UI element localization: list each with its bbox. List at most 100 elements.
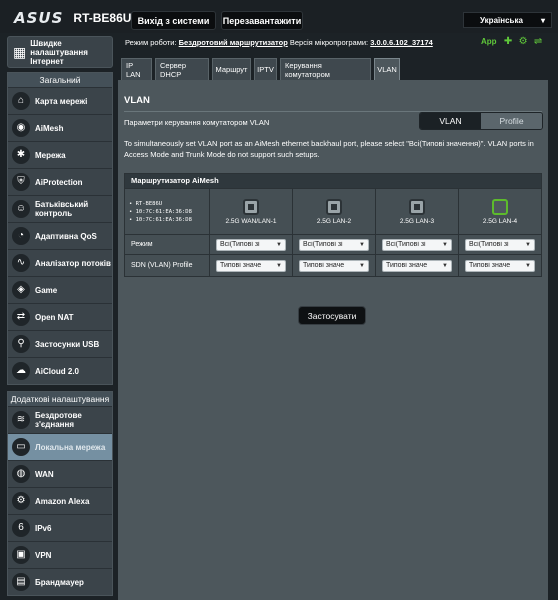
profile-cell: Типові значе ▼ [292, 255, 375, 276]
sidebar-item-usb-apps[interactable]: ⚲ Застосунки USB [8, 330, 112, 357]
ethernet-port-active-icon [492, 198, 508, 215]
ipv6-icon: 6 [12, 519, 30, 537]
chevron-down-icon: ▼ [525, 241, 531, 248]
logout-button[interactable]: Вихід з системи [131, 11, 216, 30]
port-name: 2.5G WAN/LAN-1 [225, 217, 277, 225]
sidebar-item-label: Локальна мережа [35, 442, 106, 452]
sidebar-item-firewall[interactable]: ▤ Брандмауер [8, 568, 112, 595]
firmware-version-link[interactable]: 3.0.0.6.102_37174 [370, 38, 433, 47]
aicloud-icon: ☁ [12, 362, 30, 380]
sidebar-item-label: Брандмауер [35, 577, 84, 587]
tab-switch-control[interactable]: Керування комутатором [280, 58, 371, 80]
tab-route[interactable]: Маршрут [212, 58, 251, 80]
sidebar-item-aimesh[interactable]: ◉ AiMesh [8, 114, 112, 141]
profile-select[interactable]: Типові значе ▼ [299, 259, 369, 272]
ethernet-port-icon [243, 198, 259, 215]
aimesh-router-table: Маршрутизатор AiMesh • RT-BE86U • 10:7C:… [124, 173, 542, 277]
sidebar-item-label: AiMesh [35, 123, 64, 133]
port-lan-4: 2.5G LAN-4 [458, 189, 541, 234]
sidebar-advanced: Додаткові налаштування ≋ Бездротове з'єдн… [7, 391, 113, 596]
operation-mode-link[interactable]: Бездротовий маршрутизатор [179, 38, 288, 47]
sidebar-item-label: Карта мережі [35, 96, 88, 106]
mode-select[interactable]: Всі(Типові зі ▼ [216, 238, 286, 251]
sidebar-item-game[interactable]: ◈ Game [8, 276, 112, 303]
mode-select[interactable]: Всі(Типові зі ▼ [382, 238, 452, 251]
page-title: VLAN [124, 95, 150, 106]
wan-icon: ◍ [12, 465, 30, 483]
sidebar-item-network-map[interactable]: ⌂ Карта мережі [8, 87, 112, 114]
sidebar-item-network[interactable]: ✱ Мережа [8, 141, 112, 168]
sidebar-item-wireless[interactable]: ≋ Бездротове з'єднання [8, 406, 112, 433]
sidebar-item-vpn[interactable]: ▣ VPN [8, 541, 112, 568]
reboot-button[interactable]: Перезавантажити [221, 11, 303, 30]
sidebar-item-label: Бездротове з'єднання [35, 411, 82, 429]
sidebar-item-traffic-analyzer[interactable]: ∿ Аналізатор потоків [8, 249, 112, 276]
chevron-down-icon: ▼ [525, 262, 531, 269]
profile-select[interactable]: Типові значе ▼ [216, 259, 286, 272]
mode-select-value: Всі(Типові зі [386, 241, 426, 248]
sidebar-item-alexa[interactable]: ⚙ Amazon Alexa [8, 487, 112, 514]
status-icons: App ✚ ⚙ ⇌ [481, 36, 544, 47]
vlan-profile-switch[interactable]: VLAN Profile [419, 112, 543, 130]
network-status-icon[interactable]: ✚ [503, 36, 514, 47]
device-mac-text: 10:7C:61:EA:36:D8 [135, 216, 192, 223]
sidebar-item-open-nat[interactable]: ⇄ Open NAT [8, 303, 112, 330]
sidebar-general: Загальний ⌂ Карта мережі ◉ AiMesh ✱ Мережа … [7, 72, 113, 385]
segment-profile[interactable]: Profile [481, 113, 542, 129]
settings-gear-icon[interactable]: ⚙ [518, 36, 529, 47]
sidebar-item-lan[interactable]: ▭ Локальна мережа [8, 433, 112, 460]
game-icon: ◈ [12, 281, 30, 299]
sidebar-item-wan[interactable]: ◍ WAN [8, 460, 112, 487]
usb-status-icon[interactable]: ⇌ [533, 36, 544, 47]
sidebar-item-parental-control[interactable]: ☺ Батьківський контроль [8, 195, 112, 222]
chevron-down-icon: ▼ [442, 262, 448, 269]
aimesh-icon: ◉ [12, 119, 30, 137]
top-bar: ASUS RT-BE86U Вихід з системи Перезавант… [0, 0, 558, 33]
language-value: Українська [480, 15, 523, 25]
sidebar-item-label: Адаптивна QoS [35, 231, 97, 241]
ethernet-port-icon [326, 198, 342, 215]
quick-setup-button[interactable]: ▦ Швидке налаштування Інтернет [7, 36, 113, 68]
mode-select-value: Всі(Типові зі [469, 241, 509, 248]
apply-button[interactable]: Застосувати [298, 306, 366, 325]
profile-select-value: Типові значе [469, 262, 511, 269]
sidebar-item-aicloud[interactable]: ☁ AiCloud 2.0 [8, 357, 112, 384]
mode-select[interactable]: Всі(Типові зі ▼ [465, 238, 535, 251]
mode-row: Режим Всі(Типові зі ▼ Всі(Типові зі ▼ Всі(… [125, 234, 541, 254]
tab-dhcp-server[interactable]: Сервер DHCP [155, 58, 209, 80]
sdn-profile-row: SDN (VLAN) Profile Типові значе ▼ Типові … [125, 254, 541, 276]
profile-select[interactable]: Типові значе ▼ [382, 259, 452, 272]
lan-icon: ▭ [12, 438, 30, 456]
sidebar-item-label: Open NAT [35, 312, 74, 322]
mode-label: Режим [131, 241, 153, 248]
tab-ip-lan[interactable]: IP LAN [121, 58, 152, 80]
profile-select[interactable]: Типові значе ▼ [465, 259, 535, 272]
sidebar-item-label: Батьківський контроль [35, 200, 89, 218]
alexa-icon: ⚙ [12, 492, 30, 510]
sidebar-item-adaptive-qos[interactable]: ◔ Адаптивна QoS [8, 222, 112, 249]
network-map-icon: ⌂ [12, 92, 30, 110]
mode-cell: Всі(Типові зі ▼ [458, 235, 541, 254]
brand-logo: ASUS [14, 9, 64, 27]
mode-label: Режим роботи: [125, 38, 177, 47]
chevron-down-icon: ▾ [540, 15, 545, 25]
open-nat-icon: ⇄ [12, 308, 30, 326]
language-select[interactable]: Українська ▾ [463, 12, 552, 28]
device-model: • RT-BE86U [129, 200, 163, 207]
chevron-down-icon: ▼ [276, 241, 282, 248]
device-mac: • 10:7C:61:EA:36:D8 [129, 208, 192, 215]
chevron-down-icon: ▼ [276, 262, 282, 269]
mode-select[interactable]: Всі(Типові зі ▼ [299, 238, 369, 251]
app-link[interactable]: App [481, 37, 497, 46]
mode-cell: Всі(Типові зі ▼ [292, 235, 375, 254]
sidebar-item-label: AiProtection [35, 177, 83, 187]
tab-vlan[interactable]: VLAN [374, 58, 400, 80]
sidebar-item-aiprotection[interactable]: ⛨ AiProtection [8, 168, 112, 195]
profile-cell: Типові значе ▼ [458, 255, 541, 276]
ethernet-port-icon [409, 198, 425, 215]
sidebar-item-ipv6[interactable]: 6 IPv6 [8, 514, 112, 541]
tab-iptv[interactable]: IPTV [254, 58, 277, 80]
profile-cell: Типові значе ▼ [209, 255, 292, 276]
segment-vlan[interactable]: VLAN [420, 113, 481, 129]
firmware-label: Версія мікропрограми: [289, 38, 369, 47]
